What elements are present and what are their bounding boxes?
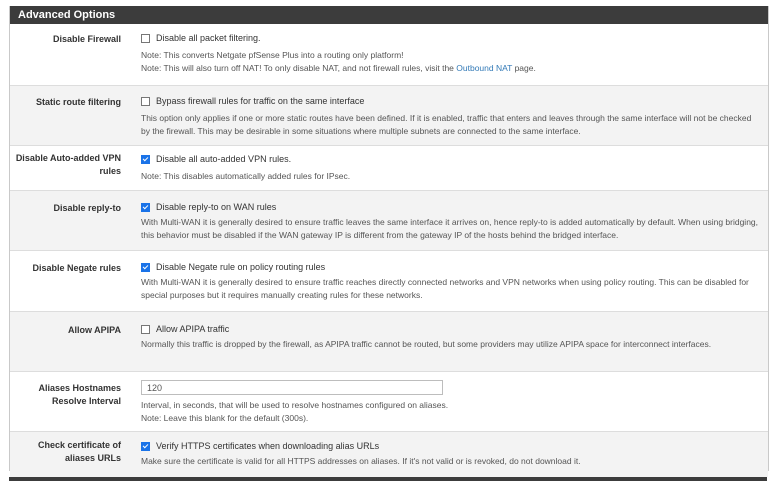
label-disable-auto-added-vpn: Disable Auto-added VPN rules bbox=[15, 153, 121, 176]
outbound-nat-link[interactable]: Outbound NAT bbox=[456, 63, 512, 73]
row-disable-firewall: Disable Firewall Disable all packet filt… bbox=[10, 24, 768, 86]
row-allow-apipa: Allow APIPA Allow APIPA traffic Normally… bbox=[10, 312, 768, 372]
disable-auto-vpn-checkbox[interactable] bbox=[141, 154, 150, 164]
panel-title: Advanced Options bbox=[10, 6, 768, 24]
verify-https-help: Make sure the certificate is valid for a… bbox=[141, 456, 581, 466]
row-disable-reply-to: Disable reply-to Disable reply-to on WAN… bbox=[10, 191, 768, 251]
disable-reply-to-checkbox[interactable] bbox=[141, 202, 150, 212]
row-static-route-filtering: Static route filtering Bypass firewall r… bbox=[10, 86, 768, 146]
row-check-certificate: Check certificate of aliases URLs Verify… bbox=[10, 432, 768, 477]
disable-negate-checkbox-label[interactable]: Disable Negate rule on policy routing ru… bbox=[156, 260, 325, 274]
allow-apipa-checkbox[interactable] bbox=[141, 324, 150, 334]
static-route-filtering-checkbox[interactable] bbox=[141, 96, 150, 106]
disable-firewall-checkbox-label[interactable]: Disable all packet filtering. bbox=[156, 31, 261, 45]
disable-auto-vpn-checkbox-label[interactable]: Disable all auto-added VPN rules. bbox=[156, 152, 291, 166]
disable-firewall-checkbox[interactable] bbox=[141, 33, 150, 43]
label-static-route-filtering: Static route filtering bbox=[35, 97, 121, 107]
resolve-interval-input[interactable] bbox=[141, 380, 443, 395]
disable-auto-vpn-help: Note: This disables automatically added … bbox=[141, 171, 351, 181]
row-disable-auto-added-vpn: Disable Auto-added VPN rules Disable all… bbox=[10, 146, 768, 191]
label-check-certificate: Check certificate of aliases URLs bbox=[37, 440, 121, 463]
disable-reply-to-checkbox-label[interactable]: Disable reply-to on WAN rules bbox=[156, 200, 276, 214]
verify-https-checkbox-label[interactable]: Verify HTTPS certificates when downloadi… bbox=[156, 439, 379, 453]
disable-negate-checkbox[interactable] bbox=[141, 262, 150, 272]
label-allow-apipa: Allow APIPA bbox=[67, 325, 121, 335]
allow-apipa-help: Normally this traffic is dropped by the … bbox=[141, 339, 712, 349]
disable-negate-help: With Multi-WAN it is generally desired t… bbox=[141, 277, 749, 300]
verify-https-checkbox[interactable] bbox=[141, 441, 150, 451]
label-disable-firewall: Disable Firewall bbox=[52, 34, 121, 44]
static-route-filtering-help: This option only applies if one or more … bbox=[141, 113, 752, 136]
advanced-options-panel: Advanced Options Disable Firewall Disabl… bbox=[9, 6, 769, 477]
static-route-filtering-checkbox-label[interactable]: Bypass firewall rules for traffic on the… bbox=[156, 94, 364, 108]
resolve-interval-help: Interval, in seconds, that will be used … bbox=[141, 400, 449, 423]
disable-firewall-help: Note: This converts Netgate pfSense Plus… bbox=[141, 50, 536, 73]
allow-apipa-checkbox-label[interactable]: Allow APIPA traffic bbox=[156, 322, 229, 336]
next-panel-heading bbox=[9, 477, 767, 481]
label-disable-reply-to: Disable reply-to bbox=[53, 203, 121, 213]
row-aliases-resolve-interval: Aliases Hostnames Resolve Interval Inter… bbox=[10, 372, 768, 432]
disable-reply-to-help: With Multi-WAN it is generally desired t… bbox=[141, 217, 759, 240]
label-aliases-resolve-interval: Aliases Hostnames Resolve Interval bbox=[38, 383, 121, 406]
label-disable-negate-rules: Disable Negate rules bbox=[32, 263, 121, 273]
row-disable-negate-rules: Disable Negate rules Disable Negate rule… bbox=[10, 251, 768, 312]
